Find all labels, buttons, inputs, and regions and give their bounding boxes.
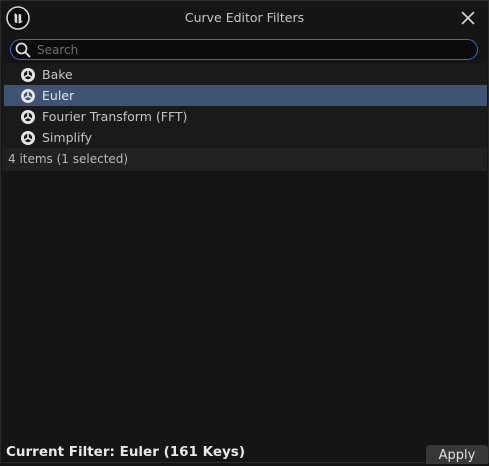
current-filter-label: Current Filter: Euler (161 Keys)	[6, 444, 246, 460]
list-item-euler[interactable]: Euler	[4, 85, 487, 106]
title-bar[interactable]: Curve Editor Filters	[1, 1, 488, 37]
close-icon[interactable]	[458, 8, 478, 28]
filter-class-icon	[21, 88, 35, 103]
curve-editor-filters-window: Curve Editor Filters Bake E	[0, 0, 489, 464]
filter-class-icon	[21, 130, 35, 145]
list-item-fourier-transform[interactable]: Fourier Transform (FFT)	[4, 106, 487, 127]
list-item-label: Bake	[42, 67, 73, 82]
apply-button[interactable]: Apply	[426, 445, 488, 464]
list-status-bar: 4 items (1 selected)	[2, 148, 487, 171]
window-title: Curve Editor Filters	[184, 10, 305, 25]
search-icon	[15, 42, 31, 58]
list-item-label: Simplify	[42, 130, 93, 145]
item-count-status: 4 items (1 selected)	[8, 152, 129, 166]
search-input[interactable]	[37, 40, 467, 59]
list-item-label: Fourier Transform (FFT)	[42, 109, 188, 124]
list-item-bake[interactable]: Bake	[4, 64, 487, 85]
filter-class-icon	[21, 109, 35, 124]
unreal-engine-logo-icon	[6, 6, 30, 30]
list-item-simplify[interactable]: Simplify	[4, 127, 487, 148]
list-item-label: Euler	[42, 88, 75, 103]
search-box[interactable]	[10, 39, 478, 60]
filter-list: Bake Euler Fourier Transform (FFT) Simpl…	[4, 64, 487, 148]
filter-class-icon	[21, 67, 35, 82]
